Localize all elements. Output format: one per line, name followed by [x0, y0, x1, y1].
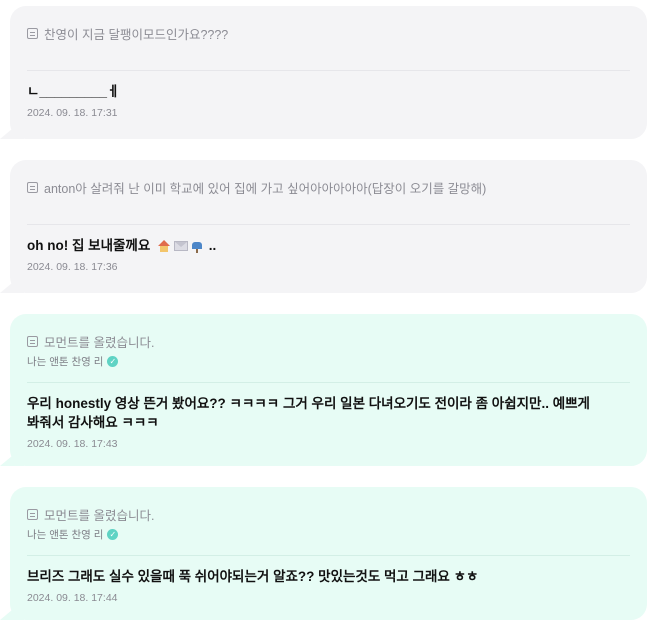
artist-name: 나는 앤톤 찬영 리: [27, 355, 104, 368]
quote-icon: [27, 27, 38, 39]
message-bubble: 찬영이 지금 달팽이모드인가요???? ㄴ_________ㅔ 2024. 09…: [10, 6, 647, 139]
divider: [27, 224, 630, 225]
reply-text-main: oh no! 집 보내줄께요: [27, 238, 151, 253]
reply-text: oh no! 집 보내줄께요 ..: [27, 236, 630, 255]
divider: [27, 382, 630, 383]
reply-text-suffix: ..: [208, 238, 217, 253]
message-bubble: 모먼트를 올렸습니다. 나는 앤톤 찬영 리 ✓ 브리즈 그래도 실수 있을때 …: [10, 487, 647, 620]
divider: [27, 555, 630, 556]
reply-text: 우리 honestly 영상 뜬거 봤어요?? ㅋㅋㅋㅋ 그거 우리 일본 다녀…: [27, 396, 590, 430]
divider: [27, 70, 630, 71]
quoted-message[interactable]: 찬영이 지금 달팽이모드인가요????: [27, 24, 630, 42]
quoted-text: 모먼트를 올렸습니다.: [44, 508, 155, 523]
timestamp: 2024. 09. 18. 17:36: [27, 261, 118, 273]
timestamp: 2024. 09. 18. 17:43: [27, 438, 118, 450]
quote-icon: [27, 335, 38, 347]
artist-row: 나는 앤톤 찬영 리 ✓: [27, 527, 630, 541]
artist-row: 나는 앤톤 찬영 리 ✓: [27, 354, 630, 368]
quoted-text: 찬영이 지금 달팽이모드인가요????: [44, 27, 229, 42]
quote-icon: [27, 508, 38, 520]
quoted-message[interactable]: anton아 살려줘 난 이미 학교에 있어 집에 가고 싶어아아아아아(답장이…: [27, 178, 630, 196]
quoted-text: anton아 살려줘 난 이미 학교에 있어 집에 가고 싶어아아아아아(답장이…: [44, 181, 487, 196]
message-feed: 찬영이 지금 달팽이모드인가요???? ㄴ_________ㅔ 2024. 09…: [0, 0, 658, 624]
quoted-moment[interactable]: 모먼트를 올렸습니다.: [27, 505, 630, 523]
timestamp: 2024. 09. 18. 17:44: [27, 592, 118, 604]
quote-icon: [27, 181, 38, 193]
verified-icon: ✓: [107, 355, 119, 367]
mailbox-icon: [191, 240, 205, 253]
reply-text: ㄴ_________ㅔ: [27, 84, 120, 99]
quoted-moment[interactable]: 모먼트를 올렸습니다.: [27, 332, 630, 350]
envelope-icon: [174, 241, 189, 251]
message-bubble: anton아 살려줘 난 이미 학교에 있어 집에 가고 싶어아아아아아(답장이…: [10, 160, 647, 293]
message-bubble: 모먼트를 올렸습니다. 나는 앤톤 찬영 리 ✓ 우리 honestly 영상 …: [10, 314, 647, 466]
artist-name: 나는 앤톤 찬영 리: [27, 528, 104, 541]
verified-icon: ✓: [107, 528, 119, 540]
reply-text: 브리즈 그래도 실수 있을때 푹 쉬어야되는거 알죠?? 맛있는것도 먹고 그래…: [27, 569, 479, 584]
timestamp: 2024. 09. 18. 17:31: [27, 107, 118, 119]
quoted-text: 모먼트를 올렸습니다.: [44, 335, 155, 350]
house-icon: [157, 240, 171, 252]
emoji-group: [157, 240, 205, 253]
